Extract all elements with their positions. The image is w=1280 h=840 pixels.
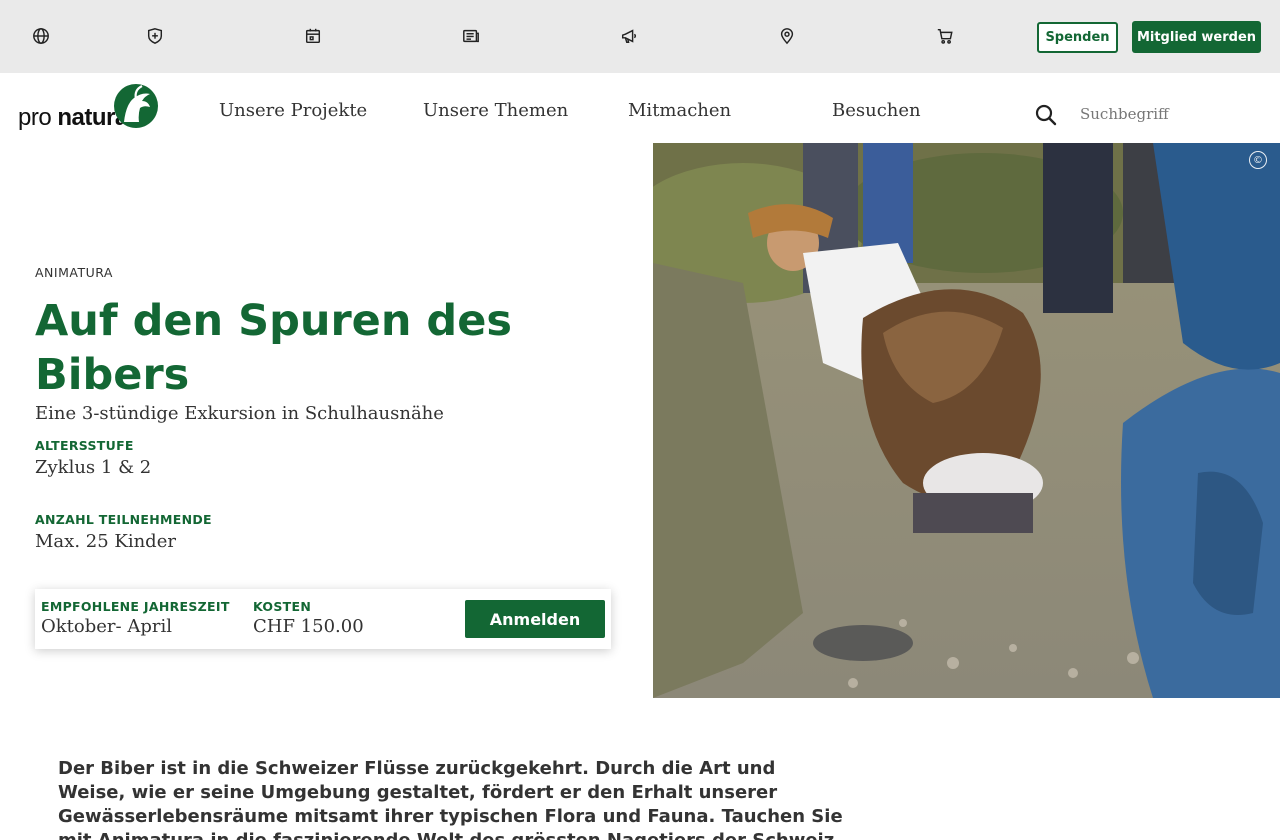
register-button[interactable]: Anmelden	[465, 600, 605, 638]
pro-natura-logo[interactable]: pro natura	[18, 82, 160, 132]
season-label: EMPFOHLENE JAHRESZEIT	[41, 599, 230, 614]
hero-image	[653, 143, 1280, 698]
copyright-icon[interactable]: ©	[1249, 151, 1267, 169]
category-kicker: ANIMATURA	[35, 265, 113, 280]
nav-item-participate[interactable]: Mitmachen	[628, 100, 731, 121]
shield-cross-icon[interactable]	[145, 26, 165, 46]
cart-icon[interactable]	[935, 26, 955, 46]
donate-button[interactable]: Spenden	[1037, 22, 1118, 53]
participants-label: ANZAHL TEILNEHMENDE	[35, 512, 212, 527]
lead-paragraph: Der Biber ist in die Schweizer Flüsse zu…	[58, 758, 843, 840]
search-icon[interactable]	[1035, 104, 1057, 126]
megaphone-icon[interactable]	[619, 26, 639, 46]
participants-value: Max. 25 Kinder	[35, 531, 176, 552]
page-subtitle: Eine 3-stündige Exkursion in Schulhausnä…	[35, 403, 444, 424]
nav-item-projects[interactable]: Unsere Projekte	[219, 100, 367, 121]
nav-item-topics[interactable]: Unsere Themen	[423, 100, 568, 121]
page-title: Auf den Spuren des Bibers	[35, 296, 512, 400]
ibex-logo-icon	[114, 84, 158, 128]
booking-info-box: EMPFOHLENE JAHRESZEIT Oktober- April KOS…	[35, 589, 611, 649]
nav-item-visit[interactable]: Besuchen	[832, 100, 921, 121]
globe-icon[interactable]	[31, 26, 51, 46]
location-pin-icon[interactable]	[777, 26, 797, 46]
calendar-icon[interactable]	[303, 26, 323, 46]
cost-label: KOSTEN	[253, 599, 312, 614]
news-icon[interactable]	[461, 26, 481, 46]
season-value: Oktober- April	[41, 616, 172, 637]
age-value: Zyklus 1 & 2	[35, 457, 152, 478]
age-label: ALTERSSTUFE	[35, 438, 134, 453]
cost-value: CHF 150.00	[253, 616, 364, 637]
utility-bar: Spenden Mitglied werden	[0, 0, 1280, 73]
become-member-button[interactable]: Mitglied werden	[1132, 21, 1261, 53]
search-input[interactable]	[1080, 100, 1270, 128]
